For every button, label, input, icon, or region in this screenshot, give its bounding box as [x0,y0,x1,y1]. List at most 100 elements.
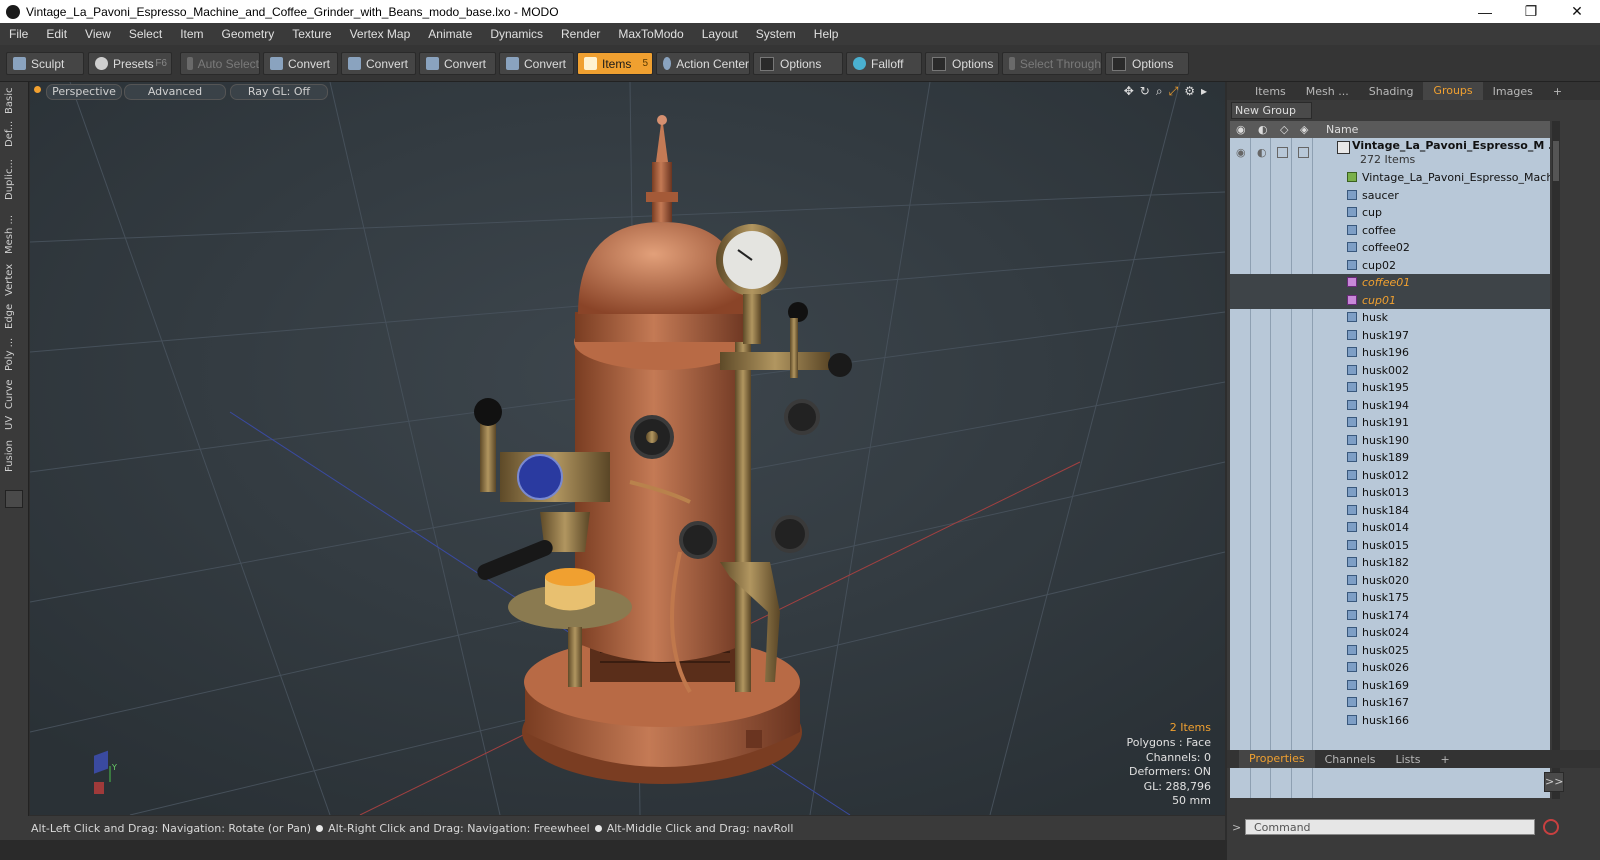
command-record-icon[interactable] [1543,819,1559,835]
options-button-2[interactable]: Options [925,52,999,75]
list-item[interactable]: husk [1230,309,1550,327]
list-item[interactable]: husk166 [1230,712,1550,730]
list-item[interactable]: husk190 [1230,432,1550,450]
list-item[interactable]: husk020 [1230,572,1550,590]
list-item[interactable]: cup01 [1230,291,1550,309]
expand-arrow-icon[interactable]: ▸ [1201,84,1207,99]
auto-select-button[interactable]: Auto Select [180,52,260,75]
viewport-options-icon[interactable] [34,86,41,93]
list-item[interactable]: saucer [1230,187,1550,205]
rotate-icon[interactable]: ↻ [1140,84,1150,99]
more-tabs-button[interactable] [5,490,23,508]
list-item[interactable]: husk195 [1230,379,1550,397]
lock-icon[interactable]: ◐ [1258,123,1268,136]
menu-view[interactable]: View [76,27,120,41]
list-item[interactable]: husk196 [1230,344,1550,362]
select-through-button[interactable]: Select Through [1002,52,1102,75]
lock-icon[interactable]: ◐ [1257,146,1267,159]
tab-shading[interactable]: Shading [1359,85,1424,98]
list-item[interactable]: coffee02 [1230,239,1550,257]
sculpt-button[interactable]: Sculpt [6,52,84,75]
tab-lists[interactable]: Lists [1386,753,1431,766]
tab-polygon[interactable]: Poly ... [4,334,24,374]
menu-vertex-map[interactable]: Vertex Map [341,27,420,41]
add-tab-icon[interactable]: + [1430,753,1459,766]
list-item[interactable]: husk024 [1230,624,1550,642]
tab-images[interactable]: Images [1483,85,1543,98]
menu-dynamics[interactable]: Dynamics [481,27,552,41]
list-item[interactable]: husk189 [1230,449,1550,467]
render-checkbox[interactable] [1277,147,1288,158]
list-item[interactable]: husk182 [1230,554,1550,572]
list-item[interactable]: cup [1230,204,1550,222]
list-item[interactable]: husk167 [1230,694,1550,712]
menu-render[interactable]: Render [552,27,609,41]
tab-basic[interactable]: Basic [4,86,24,116]
menu-layout[interactable]: Layout [693,27,747,41]
select-icon[interactable]: ◈ [1300,123,1308,136]
raygl-toggle[interactable]: Ray GL: Off [230,84,328,100]
menu-item[interactable]: Item [171,27,212,41]
tab-groups[interactable]: Groups [1423,82,1483,100]
tab-mesh[interactable]: Mesh ... [1296,85,1359,98]
list-item[interactable]: husk197 [1230,327,1550,345]
list-item[interactable]: husk025 [1230,642,1550,660]
falloff-button[interactable]: Falloff [846,52,922,75]
minimize-button[interactable]: — [1462,4,1508,20]
perspective-view-dropdown[interactable]: Perspective [46,84,122,100]
list-item[interactable]: cup02 [1230,257,1550,275]
tab-channels[interactable]: Channels [1315,753,1386,766]
list-item[interactable]: Vintage_La_Pavoni_Espresso_Machi ... [1230,169,1550,187]
menu-edit[interactable]: Edit [37,27,76,41]
render-icon[interactable]: ◇ [1280,123,1288,136]
list-item[interactable]: husk015 [1230,537,1550,555]
menu-animate[interactable]: Animate [419,27,481,41]
list-item[interactable]: husk191 [1230,414,1550,432]
list-item[interactable]: husk184 [1230,502,1550,520]
options-checkbox[interactable] [760,56,774,71]
list-item[interactable]: husk002 [1230,362,1550,380]
visibility-eye-icon[interactable]: ◉ [1236,123,1246,136]
group-row[interactable]: ◉ ◐ Vintage_La_Pavoni_Espresso_M ... 272… [1230,138,1550,169]
maximize-button[interactable]: ❐ [1508,3,1554,20]
tab-curve[interactable]: Curve [4,378,24,410]
list-item[interactable]: coffee [1230,222,1550,240]
menu-file[interactable]: File [0,27,37,41]
zoom-icon[interactable]: ⌕ [1156,84,1163,99]
action-center-button[interactable]: Action Center [656,52,750,75]
tab-vertex[interactable]: Vertex [4,262,24,298]
3d-viewport[interactable]: Y Perspective Advanced Ray GL: Off ✥ ↻ ⌕… [30,82,1225,815]
add-tab-icon[interactable]: + [1543,85,1572,98]
menu-maxtomodo[interactable]: MaxToModo [609,27,692,41]
convert-button-2[interactable]: Convert [341,52,416,75]
scrollbar-thumb[interactable] [1553,141,1559,181]
tab-uv[interactable]: UV [4,414,24,432]
list-item[interactable]: coffee01 [1230,274,1550,292]
gear-icon[interactable]: ⚙ [1184,84,1195,99]
list-item[interactable]: husk026 [1230,659,1550,677]
tab-fusion[interactable]: Fusion [4,436,24,476]
menu-help[interactable]: Help [805,27,848,41]
close-button[interactable]: ✕ [1554,3,1600,20]
options-checkbox[interactable] [932,56,946,71]
visibility-eye-icon[interactable]: ◉ [1236,146,1246,159]
shading-mode-dropdown[interactable]: Advanced [124,84,226,100]
tab-deform[interactable]: Def... [4,120,24,148]
list-item[interactable]: husk174 [1230,607,1550,625]
pan-icon[interactable]: ✥ [1124,84,1134,99]
presets-button[interactable]: Presets F6 [88,52,172,75]
menu-system[interactable]: System [747,27,805,41]
menu-geometry[interactable]: Geometry [213,27,284,41]
options-button-1[interactable]: Options [753,52,843,75]
tab-edge[interactable]: Edge [4,302,24,330]
options-button-3[interactable]: Options [1105,52,1189,75]
fit-view-icon[interactable]: ⤢ [1169,84,1179,99]
list-item[interactable]: husk012 [1230,467,1550,485]
list-item[interactable]: husk013 [1230,484,1550,502]
menu-select[interactable]: Select [120,27,171,41]
list-item[interactable]: husk175 [1230,589,1550,607]
list-item[interactable]: husk169 [1230,677,1550,695]
command-input[interactable]: Command [1245,819,1535,835]
list-item[interactable]: husk194 [1230,397,1550,415]
tree-scrollbar[interactable] [1552,121,1560,799]
